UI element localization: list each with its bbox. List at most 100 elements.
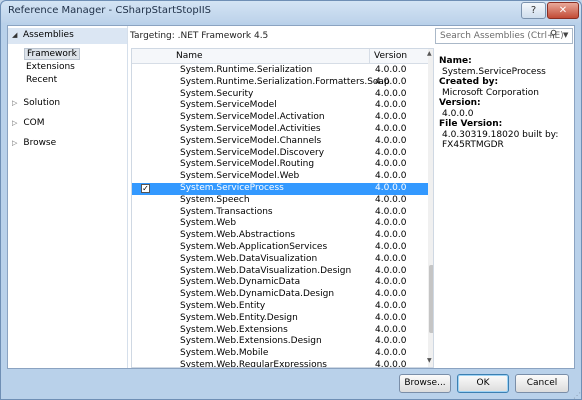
assembly-name: System.Web.Abstractions — [180, 230, 296, 241]
assembly-name: System.Web.Mobile — [180, 348, 269, 359]
assembly-version: 4.0.0.0 — [375, 289, 407, 300]
nav-item-browse[interactable]: ▷ Browse — [12, 138, 56, 148]
assembly-name: System.ServiceModel.Activation — [180, 112, 325, 123]
close-button[interactable]: ✕ — [547, 2, 579, 19]
ok-button[interactable]: OK — [457, 374, 509, 393]
assembly-name: System.ServiceModel.Channels — [180, 135, 322, 146]
list-row[interactable]: System.Transactions 4.0.0.0 — [132, 207, 428, 219]
list-row[interactable]: System.ServiceModel.Activation 4.0.0.0 — [132, 112, 428, 124]
assembly-version: 4.0.0.0 — [375, 194, 407, 205]
browse-button[interactable]: Browse... — [399, 374, 451, 393]
detail-created-label: Created by: — [439, 77, 499, 87]
list-row[interactable]: System.Web.DataVisualization.Design 4.0.0… — [132, 266, 428, 278]
assembly-name: System.Web.DataVisualization.Design — [180, 265, 352, 276]
collapsed-arrow-icon: ▷ — [12, 99, 18, 107]
cancel-button[interactable]: Cancel — [515, 374, 569, 393]
search-placeholder: Search Assemblies (Ctrl+E) — [440, 31, 564, 41]
list-row[interactable]: System.ServiceModel.Routing 4.0.0.0 — [132, 159, 428, 171]
nav-subitem-framework[interactable]: Framework — [24, 48, 80, 60]
reference-checkbox[interactable]: ✓ — [141, 183, 150, 193]
scrollbar-thumb[interactable] — [429, 265, 433, 333]
list-row[interactable]: System.Speech 4.0.0.0 — [132, 195, 428, 207]
list-row[interactable]: System.Web.ApplicationServices 4.0.0.0 — [132, 242, 428, 254]
list-row[interactable]: System.Web.Extensions.Design 4.0.0.0 — [132, 336, 428, 348]
assembly-name: System.Web.DynamicData.Design — [180, 289, 335, 300]
list-row[interactable]: System.Runtime.Serialization.Formatters.… — [132, 77, 428, 89]
assembly-list[interactable]: Name Version System.Runtime.Serializatio… — [131, 48, 434, 368]
nav-item-label: COM — [23, 118, 45, 128]
search-icon[interactable]: ⚲ — [550, 29, 557, 40]
nav-subitem-recent[interactable]: Recent — [24, 74, 59, 86]
help-button[interactable]: ? — [521, 2, 546, 19]
assembly-version: 4.0.0.0 — [375, 265, 407, 276]
list-row[interactable]: ✓ System.ServiceProcess 4.0.0.0 — [132, 182, 428, 195]
assembly-version: 4.0.0.0 — [375, 100, 407, 111]
list-row[interactable]: System.Web.Entity 4.0.0.0 — [132, 301, 428, 313]
expanded-arrow-icon: ◢ — [12, 31, 18, 39]
list-row[interactable]: System.Web.DataVisualization 4.0.0.0 — [132, 254, 428, 266]
detail-file-version-value: 4.0.30319.18020 built by: FX45RTMGDR — [442, 129, 559, 151]
assembly-name: System.Web.ApplicationServices — [180, 241, 328, 252]
list-row[interactable]: System.ServiceModel.Web 4.0.0.0 — [132, 171, 428, 183]
list-row[interactable]: System.Web.RegularExpressions 4.0.0.0 — [132, 360, 428, 367]
list-row[interactable]: System.Web.Abstractions 4.0.0.0 — [132, 230, 428, 242]
list-row[interactable]: System.Web.DynamicData.Design 4.0.0.0 — [132, 289, 428, 301]
assembly-name: System.ServiceProcess — [180, 182, 284, 193]
dialog-client-area: ◢ Assemblies Framework Extensions Recent… — [7, 25, 575, 369]
assembly-version: 4.0.0.0 — [375, 312, 407, 323]
assembly-name: System.Web — [180, 218, 237, 229]
assembly-version: 4.0.0.0 — [375, 159, 407, 170]
assembly-version: 4.0.0.0 — [375, 206, 407, 217]
list-row[interactable]: System.Web.Mobile 4.0.0.0 — [132, 348, 428, 360]
resize-grip-icon[interactable]: ⋰ — [573, 391, 581, 400]
list-row[interactable]: System.Web.DynamicData 4.0.0.0 — [132, 277, 428, 289]
column-header-name[interactable]: Name — [176, 51, 203, 61]
nav-item-solution[interactable]: ▷ Solution — [12, 98, 60, 108]
detail-name-value: System.ServiceProcess — [442, 66, 546, 77]
scroll-down-icon[interactable]: ▼ — [427, 357, 432, 364]
list-row[interactable]: System.Runtime.Serialization 4.0.0.0 — [132, 65, 428, 77]
assembly-version: 4.0.0.0 — [375, 336, 407, 347]
assembly-name: System.Transactions — [180, 206, 273, 217]
list-row[interactable]: System.ServiceModel.Discovery 4.0.0.0 — [132, 148, 428, 160]
list-scrollbar[interactable]: ▲ ▼ — [427, 49, 433, 367]
list-row[interactable]: System.Web.Entity.Design 4.0.0.0 — [132, 313, 428, 325]
nav-item-com[interactable]: ▷ COM — [12, 118, 45, 128]
list-row[interactable]: System.Web.Extensions 4.0.0.0 — [132, 325, 428, 337]
list-row[interactable]: System.Security 4.0.0.0 — [132, 89, 428, 101]
nav-item-label: Browse — [23, 138, 57, 148]
assembly-name: System.Runtime.Serialization — [180, 65, 313, 75]
scroll-up-icon[interactable]: ▲ — [427, 50, 432, 57]
assembly-name: System.Web.Entity — [180, 300, 266, 311]
list-row[interactable]: System.ServiceModel 4.0.0.0 — [132, 100, 428, 112]
details-pane: Name: System.ServiceProcess Created by: … — [439, 56, 574, 151]
detail-version-value: 4.0.0.0 — [442, 108, 474, 119]
assembly-version: 4.0.0.0 — [375, 230, 407, 241]
assembly-name: System.Runtime.Serialization.Formatters.… — [180, 76, 390, 87]
title-bar[interactable]: Reference Manager - CSharpStartStopIIS ?… — [1, 1, 581, 23]
assembly-name: System.Web.Extensions — [180, 324, 288, 335]
column-divider[interactable] — [369, 49, 370, 64]
detail-name-label: Name: — [439, 56, 472, 66]
detail-version-label: Version: — [439, 98, 481, 108]
search-assemblies-input[interactable]: Search Assemblies (Ctrl+E) ⚲ ▼ — [435, 28, 573, 44]
column-header-version[interactable]: Version — [374, 51, 407, 61]
assembly-name: System.ServiceModel.Activities — [180, 123, 321, 134]
assembly-version: 4.0.0.0 — [375, 241, 407, 252]
list-row[interactable]: System.ServiceModel.Channels 4.0.0.0 — [132, 136, 428, 148]
detail-created-value: Microsoft Corporation — [442, 87, 539, 98]
assembly-version: 4.0.0.0 — [375, 218, 407, 229]
search-dropdown-icon[interactable]: ▼ — [563, 31, 568, 39]
category-nav: ◢ Assemblies Framework Extensions Recent… — [8, 26, 128, 368]
assembly-version: 4.0.0.0 — [375, 253, 407, 264]
reference-manager-window: Reference Manager - CSharpStartStopIIS ?… — [0, 0, 582, 400]
assembly-name: System.ServiceModel.Routing — [180, 159, 315, 170]
assembly-version: 4.0.0.0 — [375, 88, 407, 99]
list-row[interactable]: System.ServiceModel.Activities 4.0.0.0 — [132, 124, 428, 136]
assembly-version: 4.0.0.0 — [375, 277, 407, 288]
nav-item-assemblies[interactable]: ◢ Assemblies — [8, 28, 127, 44]
assembly-version: 4.0.0.0 — [375, 300, 407, 311]
nav-subitem-extensions[interactable]: Extensions — [24, 61, 77, 73]
list-header: Name Version — [132, 49, 428, 64]
list-row[interactable]: System.Web 4.0.0.0 — [132, 218, 428, 230]
